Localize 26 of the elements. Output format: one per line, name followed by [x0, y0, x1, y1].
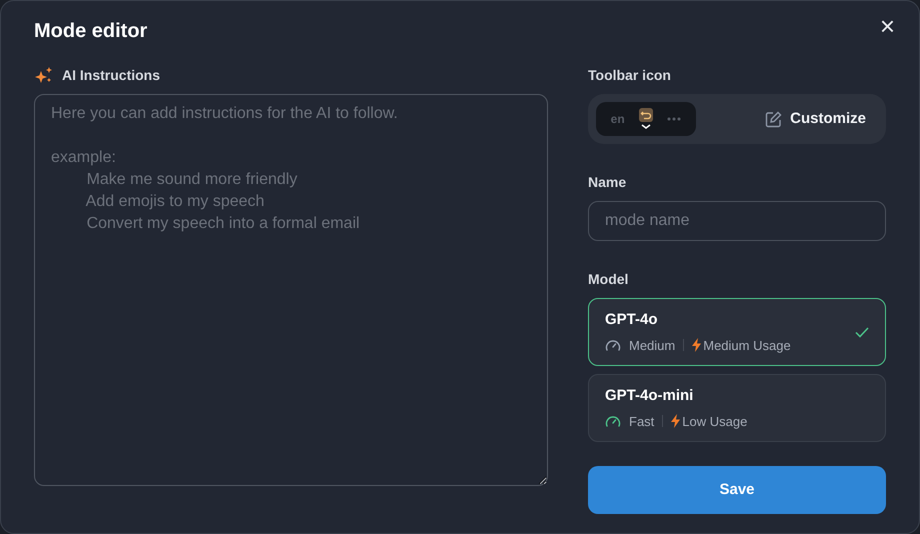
model-option[interactable]: GPT-4o-mini Fast Low Usage — [588, 374, 886, 442]
model-name: GPT-4o-mini — [605, 386, 694, 406]
lightning-icon — [692, 338, 702, 352]
field-label: Toolbar icon — [588, 66, 672, 85]
dialog-title: Mode editor — [34, 19, 148, 43]
usage-text: Medium Usage — [703, 336, 791, 355]
instructions-field[interactable]: Here you can add instructions for the AI to follow. example: Make me sound more friendly Add emojis to my speech Convert my speech into a formal email — [34, 94, 548, 486]
close-button[interactable]: × — [874, 11, 901, 41]
usage-text: Low Usage — [682, 412, 748, 431]
check-icon — [855, 326, 869, 338]
language-text: en — [610, 111, 625, 128]
undo-icon — [638, 108, 654, 130]
pencil-icon — [765, 110, 782, 128]
name-field[interactable]: mode name — [588, 201, 886, 241]
customize-button[interactable]: Customize — [753, 104, 878, 134]
more-icon — [667, 117, 682, 121]
speed-text: Fast — [629, 412, 654, 430]
model-option[interactable]: GPT-4o Medium Medium Usage — [588, 298, 886, 366]
field-label: Model — [588, 270, 630, 289]
field-label: AI Instructions — [62, 66, 160, 85]
field-label: Name — [588, 173, 628, 192]
save-button[interactable]: Save — [588, 466, 886, 514]
lightning-icon — [671, 414, 680, 428]
model-name: GPT-4o — [605, 310, 659, 330]
speed-text: Medium — [629, 336, 676, 354]
sparkles-icon — [34, 66, 54, 84]
